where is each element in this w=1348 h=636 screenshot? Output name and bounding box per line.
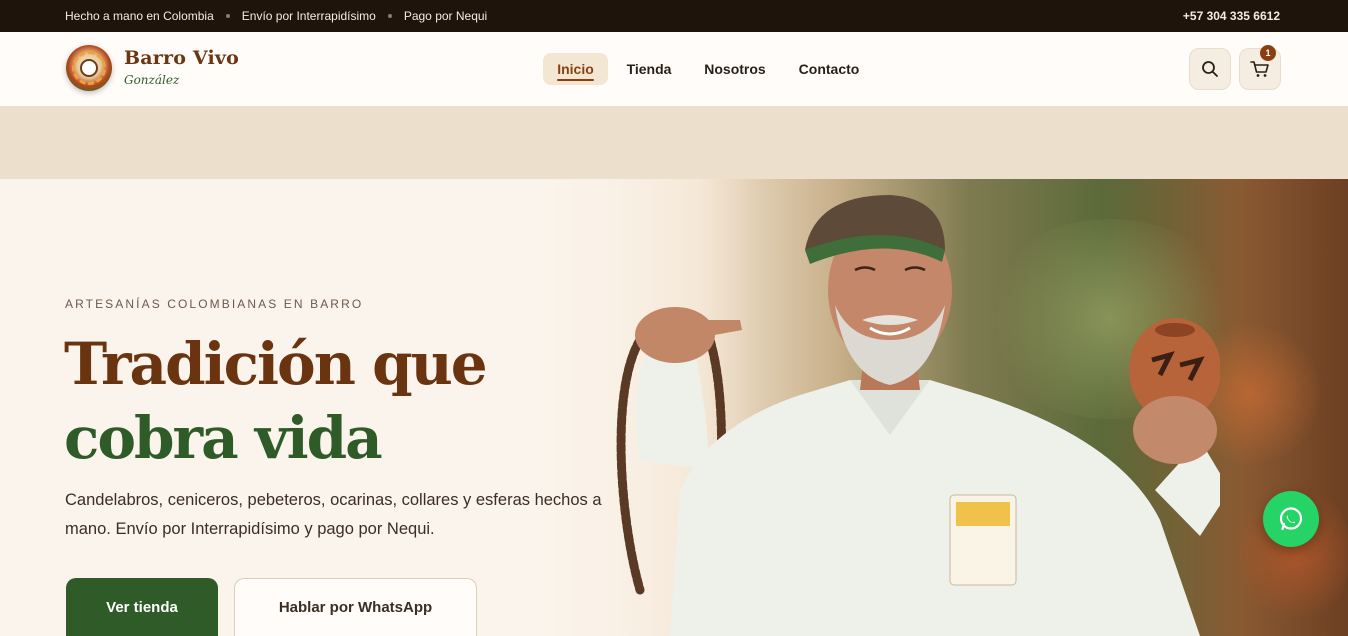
logo-core — [80, 59, 98, 77]
top-info-handmade: Hecho a mano en Colombia — [65, 9, 214, 23]
nav-item-tienda[interactable]: Tienda — [618, 53, 680, 85]
top-info-payment: Pago por Nequi — [403, 9, 488, 23]
announcement-band — [0, 106, 1348, 179]
top-info-shipping: Envío por Interrapidísimo — [241, 9, 376, 23]
search-button[interactable] — [1189, 48, 1231, 90]
cart-button[interactable]: 1 — [1239, 45, 1281, 90]
hero-title-line2: cobra vida — [64, 404, 383, 472]
cart-count-badge: 1 — [1260, 45, 1276, 61]
pottery-logo-icon[interactable] — [66, 45, 112, 91]
hero-description: Candelabros, ceniceros, pebeteros, ocari… — [65, 491, 602, 538]
active-underline — [557, 79, 594, 81]
cart-icon — [1250, 61, 1269, 77]
nav-item-contacto[interactable]: Contacto — [788, 53, 870, 85]
whatsapp-float-button[interactable] — [1263, 491, 1319, 547]
separator-dot — [387, 14, 392, 18]
nav-item-label: Inicio — [557, 61, 594, 77]
site-header: Barro Vivo González Inicio Tienda Nosotr… — [0, 32, 1348, 106]
brand-subtitle: González — [124, 73, 180, 87]
brand-name[interactable]: Barro Vivo — [124, 47, 239, 69]
search-icon — [1202, 61, 1218, 77]
hero-artisan-photo — [616, 195, 1220, 636]
whatsapp-contact-button[interactable]: Hablar por WhatsApp — [234, 578, 477, 636]
hero-title-line1: Tradición que — [64, 330, 488, 398]
ver-tienda-button[interactable]: Ver tienda — [66, 578, 218, 636]
top-info-bar: Hecho a mano en Colombia Envío por Inter… — [0, 0, 1348, 32]
phone-link[interactable]: +57 304 335 6612 — [1183, 0, 1280, 32]
separator-dot — [225, 14, 230, 18]
top-info-items: Hecho a mano en Colombia Envío por Inter… — [65, 0, 487, 32]
hero-eyebrow: ARTESANÍAS COLOMBIANAS EN BARRO — [65, 297, 364, 311]
nav-item-inicio[interactable]: Inicio — [543, 53, 608, 85]
nav-item-nosotros[interactable]: Nosotros — [694, 53, 776, 85]
whatsapp-icon — [1279, 507, 1303, 531]
